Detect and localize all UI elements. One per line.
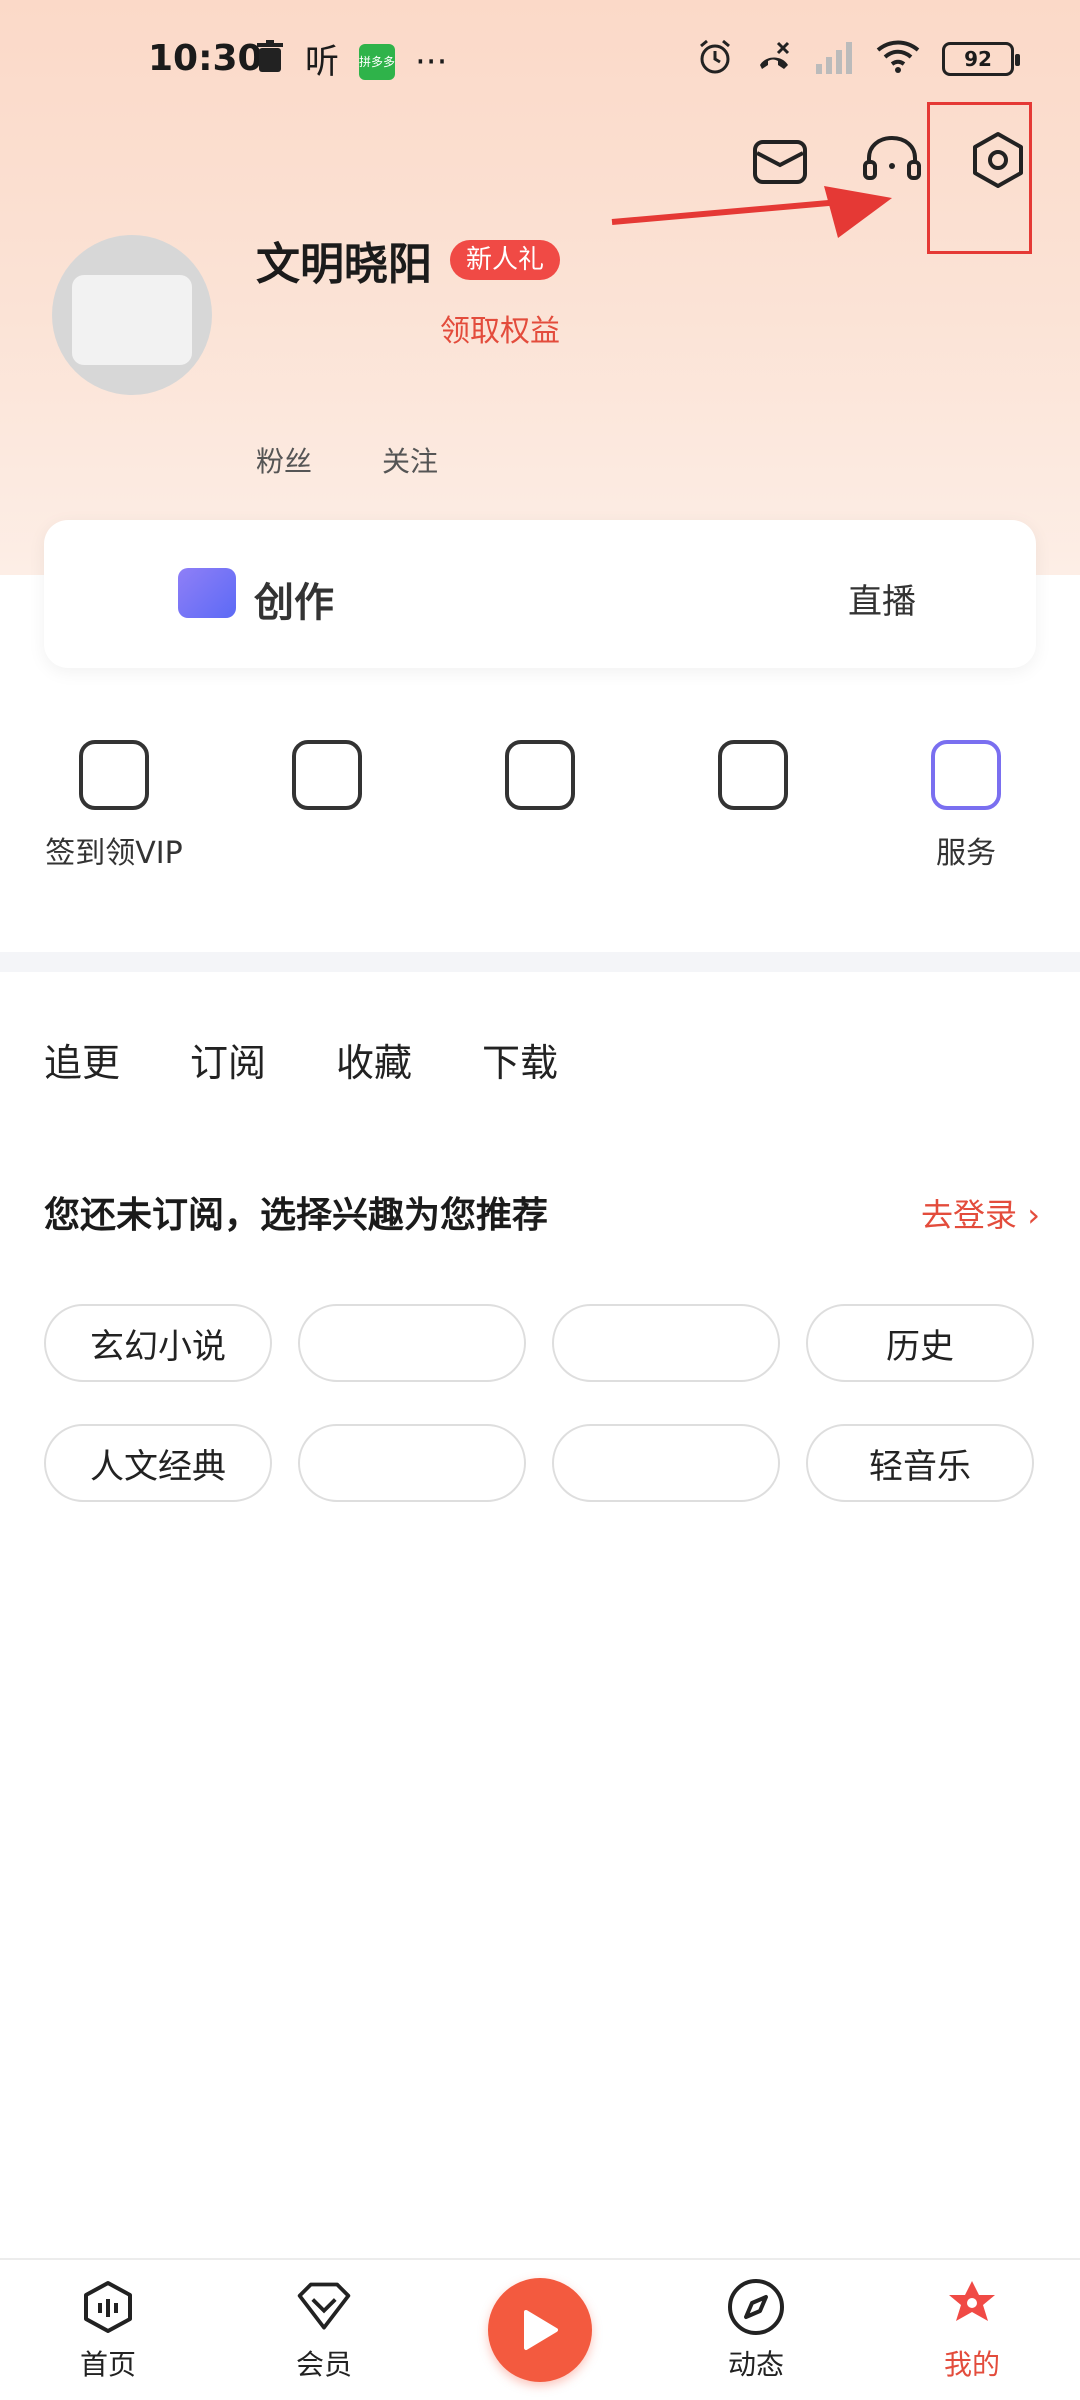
quick-action-2[interactable]	[237, 740, 417, 900]
tab-favorites[interactable]: 收藏	[336, 1032, 412, 1087]
stat-following-label: 关注	[382, 445, 439, 478]
claim-benefit-link[interactable]: 领取权益	[440, 306, 560, 350]
quick-action-signin-vip[interactable]: 签到领VIP	[24, 740, 204, 900]
profile-stats: 粉丝 关注	[256, 390, 438, 480]
dynamic-icon	[726, 2277, 786, 2337]
card-icon	[505, 740, 575, 810]
interest-chip[interactable]	[552, 1424, 780, 1502]
vip-icon	[294, 2277, 354, 2337]
nav-label: 首页	[79, 2348, 136, 2381]
trash-icon	[255, 40, 285, 83]
interest-chip[interactable]	[298, 1424, 526, 1502]
stat-fans-label: 粉丝	[256, 445, 313, 478]
home-icon	[78, 2277, 138, 2337]
wifi-icon	[876, 40, 920, 78]
quick-action-4[interactable]	[663, 740, 843, 900]
call-missed-icon	[756, 39, 792, 79]
bottom-nav: 首页 会员 动态 我的	[0, 2258, 1080, 2400]
stat-following-count	[382, 390, 438, 440]
interest-chip[interactable]	[552, 1304, 780, 1382]
quick-action-services[interactable]: 服务	[876, 740, 1056, 900]
recommend-title: 您还未订阅，选择兴趣为您推荐	[44, 1195, 549, 1236]
nav-mine[interactable]: 我的	[892, 2277, 1052, 2383]
interest-chip[interactable]: 历史	[806, 1304, 1034, 1382]
status-left-icons: 听 拼多多 ···	[255, 40, 447, 83]
stat-following[interactable]: 关注	[382, 390, 438, 480]
section-divider	[0, 952, 1080, 972]
annotation-arrow	[611, 186, 892, 238]
nav-label: 动态	[727, 2348, 784, 2381]
more-dots-icon: ···	[415, 41, 448, 82]
tab-subscriptions[interactable]: 订阅	[190, 1032, 266, 1087]
tab-downloads[interactable]: 下载	[482, 1032, 558, 1087]
quick-actions: 签到领VIP 服务	[0, 740, 1080, 900]
interest-chips: 玄幻小说 历史 人文经典 轻音乐	[44, 1304, 1036, 1502]
quick-action-label: 服务	[936, 836, 996, 871]
interest-chip[interactable]	[298, 1304, 526, 1382]
interest-chip[interactable]: 人文经典	[44, 1424, 272, 1502]
gift-icon	[79, 740, 149, 810]
login-link-label: 去登录	[921, 1196, 1018, 1234]
interest-chip[interactable]: 玄幻小说	[44, 1304, 272, 1382]
annotation-highlight-box	[927, 102, 1032, 254]
creator-icon	[178, 568, 236, 618]
nav-play[interactable]	[460, 2278, 620, 2382]
alarm-icon	[696, 38, 734, 80]
username[interactable]: 文明晓阳	[256, 228, 432, 292]
nav-dynamic[interactable]: 动态	[676, 2277, 836, 2383]
status-time: 10:30	[148, 38, 263, 79]
wallet-icon	[292, 740, 362, 810]
creator-card[interactable]: 创作 直播	[44, 520, 1036, 668]
signal-icon	[814, 40, 854, 78]
login-link[interactable]: 去登录 ›	[921, 1190, 1040, 1236]
ting-app-icon: 听	[305, 41, 339, 82]
stat-fans[interactable]: 粉丝	[256, 390, 312, 480]
creator-link[interactable]: 直播	[848, 574, 916, 623]
interest-chip[interactable]: 轻音乐	[806, 1424, 1034, 1502]
nav-vip[interactable]: 会员	[244, 2277, 404, 2383]
bag-icon	[718, 740, 788, 810]
nav-label: 会员	[295, 2348, 352, 2381]
status-bar: 10:30 听 拼多多 ··· 92	[0, 0, 1080, 120]
creator-label: 创作	[254, 580, 334, 626]
mine-icon	[942, 2277, 1002, 2337]
nav-home[interactable]: 首页	[28, 2277, 188, 2383]
newbie-gift-badge[interactable]: 新人礼	[450, 240, 561, 280]
content-tabs: 追更 订阅 收藏 下载	[44, 1032, 558, 1087]
quick-action-3[interactable]	[450, 740, 630, 900]
nav-label: 我的	[943, 2348, 1000, 2381]
tab-follow-updates[interactable]: 追更	[44, 1032, 120, 1087]
quick-action-label: 签到领VIP	[45, 836, 183, 871]
stat-fans-count	[256, 390, 312, 440]
battery-indicator: 92	[942, 42, 1020, 76]
avatar-image	[72, 275, 192, 365]
pinduoduo-app-icon: 拼多多	[359, 43, 395, 80]
avatar[interactable]	[52, 235, 212, 395]
play-icon	[488, 2278, 592, 2382]
status-right-icons: 92	[696, 38, 1020, 80]
apps-icon	[931, 740, 1001, 810]
